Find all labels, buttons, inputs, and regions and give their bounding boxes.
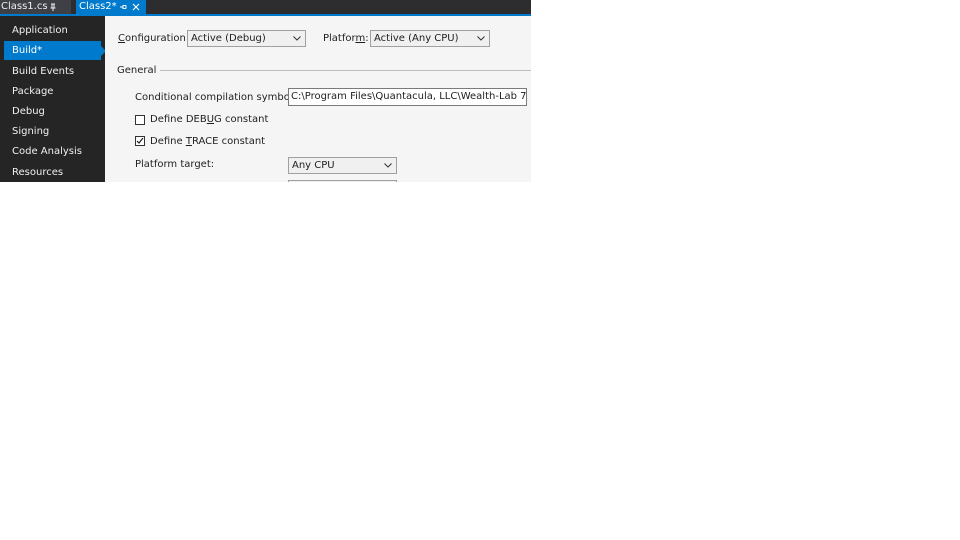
tab-class1-label: Class1.cs — [1, 1, 48, 12]
project-properties-window: Class1.cs Class2* Application Build* Bui… — [0, 0, 531, 182]
define-debug-label[interactable]: Define DEBUG constant — [150, 114, 268, 125]
chevron-down-icon — [384, 163, 392, 168]
configuration-select-value: Active (Debug) — [191, 33, 266, 44]
configuration-select[interactable]: Active (Debug) — [187, 30, 306, 47]
configuration-label-post: onfiguration: — [124, 33, 190, 44]
general-section-title: General — [117, 65, 157, 76]
tab-class1[interactable]: Class1.cs — [0, 0, 71, 14]
checkmark-icon — [136, 137, 144, 144]
sidebar-item-code-analysis[interactable]: Code Analysis — [4, 142, 101, 161]
define-debug-checkbox[interactable] — [135, 115, 145, 125]
build-settings-panel: Configuration: Active (Debug) Platform: … — [105, 16, 531, 182]
sidebar-item-application[interactable]: Application — [4, 21, 101, 40]
sidebar-item-resources[interactable]: Resources — [4, 163, 101, 182]
chevron-down-icon — [477, 36, 485, 41]
define-trace-label-post: RACE constant — [191, 136, 266, 147]
sidebar-item-build-events[interactable]: Build Events — [4, 62, 101, 81]
define-trace-label[interactable]: Define TRACE constant — [150, 136, 265, 147]
define-trace-checkbox[interactable] — [135, 136, 145, 146]
document-tab-strip: Class1.cs Class2* — [0, 0, 531, 16]
platform-label-post: : — [365, 33, 369, 44]
define-debug-access-key: U — [206, 114, 215, 125]
conditional-symbols-input[interactable]: C:\Program Files\Quantacula, LLC\Wealth-… — [288, 88, 527, 106]
platform-target-value: Any CPU — [292, 160, 335, 171]
chevron-down-icon — [293, 36, 301, 41]
configuration-label: Configuration: — [118, 33, 189, 44]
section-divider — [160, 70, 531, 71]
platform-label: Platform: — [323, 33, 369, 44]
close-icon[interactable] — [131, 0, 141, 14]
platform-label-pre: Platfor — [323, 33, 356, 44]
configuration-label-access-key: C — [118, 33, 125, 44]
sidebar-item-package[interactable]: Package — [4, 82, 101, 101]
sidebar-item-signing[interactable]: Signing — [4, 122, 101, 141]
platform-select-value: Active (Any CPU) — [374, 33, 459, 44]
define-debug-label-pre: Define DEB — [150, 114, 207, 125]
next-select-partial[interactable] — [288, 180, 397, 182]
pin-icon[interactable] — [48, 0, 58, 14]
conditional-symbols-label: Conditional compilation symbols: — [135, 92, 302, 103]
platform-label-access-key: m — [355, 33, 366, 44]
pin-icon[interactable] — [118, 0, 128, 14]
sidebar-item-debug[interactable]: Debug — [4, 102, 101, 121]
platform-target-label: Platform target: — [135, 159, 215, 170]
define-trace-label-pre: Define — [150, 136, 186, 147]
properties-sidebar: Application Build* Build Events Package … — [0, 16, 106, 182]
platform-select[interactable]: Active (Any CPU) — [370, 30, 490, 47]
tab-class2[interactable]: Class2* — [76, 0, 146, 14]
tab-class2-label: Class2* — [79, 1, 117, 12]
define-debug-label-post: G constant — [214, 114, 269, 125]
sidebar-item-build[interactable]: Build* — [4, 41, 106, 60]
platform-target-select[interactable]: Any CPU — [288, 157, 397, 174]
